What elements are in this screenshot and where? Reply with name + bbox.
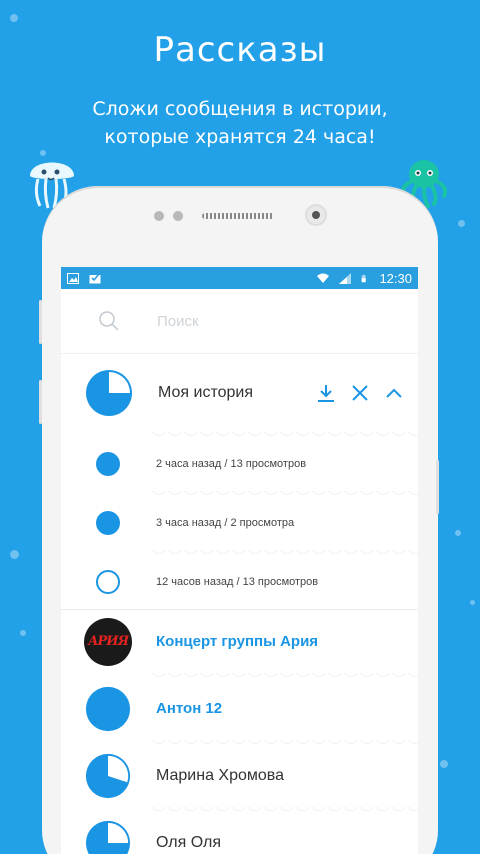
promo-subtitle: Сложи сообщения в истории, которые храня… [0, 95, 480, 151]
row-separator [151, 491, 418, 495]
bubble [20, 630, 26, 636]
phone-button [39, 300, 42, 344]
story-meta: 2 часа назад / 13 просмотров [156, 457, 307, 470]
phone-button [436, 460, 439, 514]
phone-button [39, 380, 42, 424]
promo-subtitle-line: Сложи сообщения в истории, [92, 98, 388, 120]
sensor-dot [154, 211, 164, 221]
friend-row[interactable]: Антон 12 [61, 677, 418, 740]
row-separator [151, 807, 418, 811]
progress-wedge [108, 822, 129, 843]
story-item[interactable]: 12 часов назад / 13 просмотров [61, 554, 418, 609]
story-progress-avatar [85, 753, 131, 798]
signal-icon [339, 272, 352, 284]
bubble [10, 14, 18, 22]
bubble [440, 760, 448, 768]
battery-icon [362, 274, 367, 282]
story-meta: 3 часа назад / 2 просмотра [156, 516, 295, 529]
story-status-dot [96, 569, 120, 594]
friend-name: Концерт группы Ария [156, 633, 319, 650]
image-icon [67, 272, 79, 284]
friend-row[interactable]: Оля Оля [61, 811, 418, 854]
friend-name: Марина Хромова [156, 766, 285, 784]
wifi-icon [317, 273, 330, 283]
story-progress-avatar[interactable] [84, 368, 134, 418]
app-screen: 12:30 Моя история 2 часа назад / 13 прос… [61, 267, 418, 854]
story-item[interactable]: 2 часа назад / 13 просмотров [61, 436, 418, 491]
my-story-row[interactable]: Моя история [61, 354, 418, 432]
story-item[interactable]: 3 часа назад / 2 просмотра [61, 495, 418, 550]
close-icon [352, 385, 368, 401]
row-separator [151, 673, 418, 677]
chevron-up-icon [386, 388, 402, 398]
bubble [455, 530, 461, 536]
story-meta: 12 часов назад / 13 просмотров [156, 575, 319, 588]
bubble [10, 550, 19, 559]
row-separator [151, 740, 418, 744]
progress-wedge [109, 372, 130, 393]
close-button[interactable] [350, 383, 370, 403]
status-time: 12:30 [379, 270, 412, 286]
download-button[interactable] [316, 383, 336, 403]
row-separator [151, 432, 418, 436]
search-bar[interactable] [61, 289, 418, 354]
promo-title: Рассказы [153, 30, 327, 70]
band-logo-avatar: АРИЯ [84, 617, 132, 666]
story-status-dot [96, 510, 120, 535]
download-icon [318, 385, 334, 402]
story-status-dot [96, 451, 120, 476]
promo-subtitle-line: которые хранятся 24 часа! [104, 126, 376, 148]
mail-check-icon [89, 272, 101, 283]
front-camera [305, 204, 327, 226]
sensor-dot [173, 211, 183, 221]
story-progress-avatar [85, 686, 131, 731]
search-input[interactable] [157, 312, 357, 330]
friend-row[interactable]: Марина Хромова [61, 744, 418, 807]
friend-row[interactable]: АРИЯ Концерт группы Ария [61, 610, 418, 673]
bubble [470, 600, 475, 605]
row-separator [151, 550, 418, 554]
friend-name: Оля Оля [156, 833, 221, 851]
story-progress-avatar [85, 820, 131, 854]
friend-name: Антон 12 [156, 700, 223, 717]
search-icon [99, 311, 119, 331]
phone-speaker [202, 213, 274, 219]
collapse-button[interactable] [384, 383, 404, 403]
bubble [458, 220, 465, 227]
my-story-title: Моя история [158, 384, 253, 401]
status-bar: 12:30 [61, 267, 418, 289]
